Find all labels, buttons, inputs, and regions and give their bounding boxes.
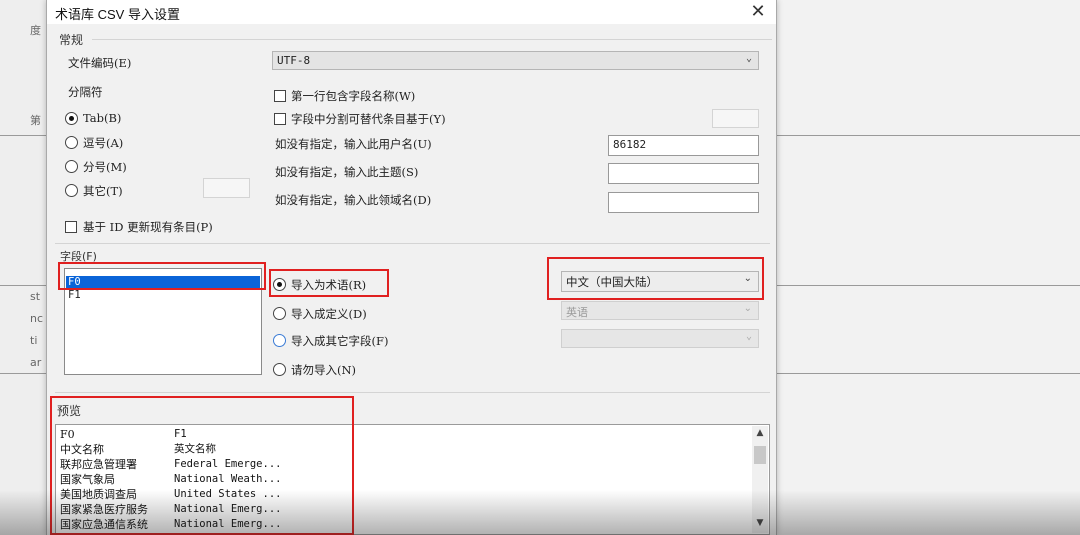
username-label: 如没有指定，输入此用户名(U) [275, 137, 432, 151]
background-divider [0, 135, 46, 136]
background-divider [775, 373, 1080, 374]
import-as-definition-label[interactable]: 导入成定义(D) [291, 306, 367, 322]
radio-do-not-import[interactable] [273, 363, 286, 376]
first-row-label[interactable]: 第一行包含字段名称(W) [291, 88, 415, 104]
chevron-down-icon: ⌄ [745, 53, 752, 64]
chevron-down-icon[interactable]: ▼ [752, 518, 768, 528]
other-field-select[interactable]: ⌄ [561, 329, 759, 348]
background-right-area [775, 0, 1080, 535]
background-glyph: nc [30, 312, 44, 325]
split-field-checkbox[interactable] [274, 113, 286, 125]
csv-import-dialog: 术语库 CSV 导入设置 ✕ 常规 文件编码(E) UTF-8 ⌄ 分隔符 Ta… [46, 0, 777, 535]
list-item[interactable]: F1 [66, 289, 260, 301]
highlight-box-import-term [269, 269, 389, 297]
subject-label: 如没有指定，输入此主题(S) [275, 165, 419, 179]
domain-label: 如没有指定，输入此领域名(D) [275, 193, 432, 207]
close-button[interactable]: ✕ [747, 1, 769, 23]
username-input[interactable]: 86182 [608, 135, 759, 156]
background-glyph: 第 [30, 114, 41, 127]
separator-comma-label[interactable]: 逗号(A) [83, 135, 123, 151]
split-field-label[interactable]: 字段中分割可替代条目基于(Y) [291, 111, 446, 127]
background-divider [0, 285, 46, 286]
separator-semicolon-label[interactable]: 分号(M) [83, 159, 127, 175]
radio-separator-other[interactable] [65, 184, 78, 197]
background-divider [775, 135, 1080, 136]
radio-import-as-other-field[interactable] [273, 334, 286, 347]
encoding-label: 文件编码(E) [68, 56, 132, 70]
general-group-line [92, 39, 772, 40]
separator-tab-label[interactable]: Tab(B) [83, 111, 121, 125]
preview-scrollbar[interactable]: ▲ ▼ [752, 426, 768, 533]
definition-language-value: 英语 [566, 306, 588, 319]
definition-language-select[interactable]: 英语 ⌄ [561, 301, 759, 320]
radio-separator-semicolon[interactable] [65, 160, 78, 173]
radio-import-as-definition[interactable] [273, 307, 286, 320]
encoding-select[interactable]: UTF-8 ⌄ [272, 51, 759, 70]
background-glyph: 度 [30, 24, 41, 37]
dialog-title: 术语库 CSV 导入设置 [55, 7, 180, 22]
general-group-label: 常规 [59, 33, 84, 47]
background-divider [0, 373, 46, 374]
do-not-import-label[interactable]: 请勿导入(N) [291, 362, 356, 378]
highlight-box-language [547, 257, 764, 300]
subject-input[interactable] [608, 163, 759, 184]
update-by-id-label[interactable]: 基于 ID 更新现有条目(P) [83, 219, 213, 235]
import-as-other-field-label[interactable]: 导入成其它字段(F) [291, 333, 388, 349]
dialog-titlebar: 术语库 CSV 导入设置 ✕ [47, 0, 776, 24]
radio-separator-tab[interactable] [65, 112, 78, 125]
update-by-id-checkbox[interactable] [65, 221, 77, 233]
background-glyph: ar [30, 356, 42, 369]
background-glyph: st [30, 290, 41, 303]
radio-separator-comma[interactable] [65, 136, 78, 149]
other-separator-input[interactable] [203, 178, 250, 198]
section-divider [55, 392, 770, 393]
background-glyph: ti [30, 334, 38, 347]
section-divider [55, 243, 770, 244]
chevron-down-icon: ⌄ [745, 331, 752, 342]
scrollbar-thumb[interactable] [754, 446, 766, 464]
encoding-select-value: UTF-8 [277, 54, 311, 67]
separator-other-label[interactable]: 其它(T) [83, 183, 123, 199]
background-divider [775, 285, 1080, 286]
chevron-up-icon[interactable]: ▲ [752, 428, 768, 438]
domain-input[interactable] [608, 192, 759, 213]
split-char-input[interactable] [712, 109, 759, 128]
highlight-box-field-list [58, 262, 266, 290]
first-row-checkbox[interactable] [274, 90, 286, 102]
separator-label: 分隔符 [68, 85, 103, 99]
chevron-down-icon: ⌄ [743, 303, 752, 314]
highlight-box-preview [50, 396, 354, 535]
